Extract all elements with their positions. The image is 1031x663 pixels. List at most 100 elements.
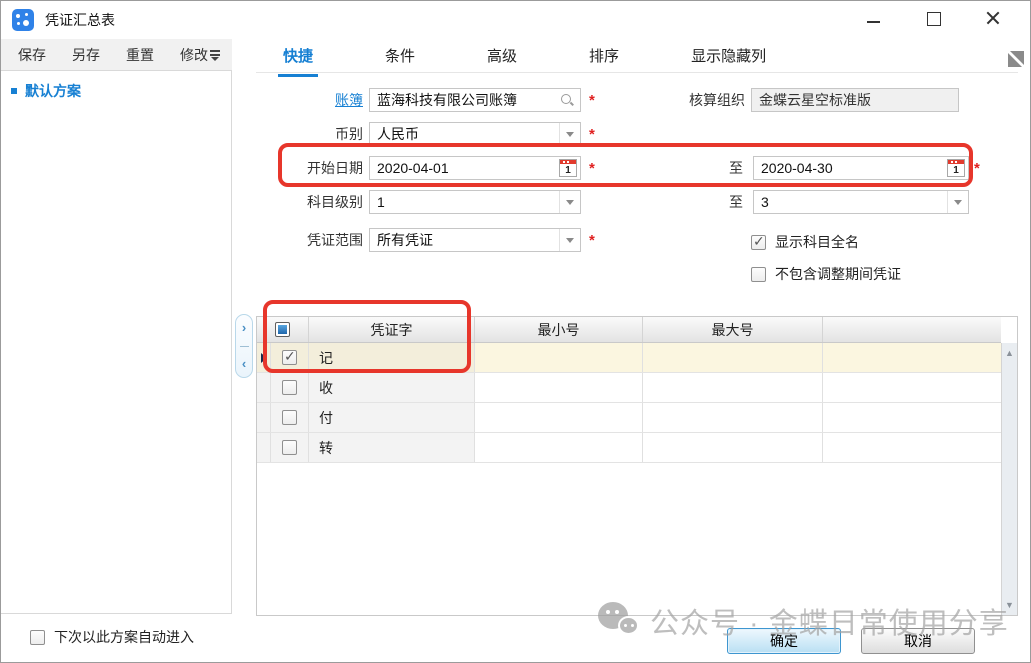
table-row-转[interactable]: 转	[257, 433, 1001, 463]
ledger-label-link[interactable]: 账簿	[256, 88, 363, 112]
cell-0-2[interactable]: 记	[309, 343, 475, 372]
collapser-divider	[240, 346, 249, 347]
end-date-value: 2020-04-30	[761, 160, 833, 176]
cell-0-4[interactable]	[643, 343, 823, 372]
search-icon[interactable]	[560, 93, 574, 107]
toolbar-item-3[interactable]: 修改	[180, 45, 208, 65]
level-to-label: 至	[723, 190, 743, 214]
cell-1-3[interactable]	[475, 373, 643, 402]
cell-2-4[interactable]	[643, 403, 823, 432]
ok-button[interactable]: 确定	[727, 628, 841, 654]
column-header-2[interactable]: 最大号	[643, 317, 823, 342]
range-value: 所有凭证	[377, 232, 433, 248]
current-row-icon	[261, 353, 267, 363]
header-checkbox-cell	[257, 317, 309, 342]
row-checkbox[interactable]	[282, 440, 297, 455]
range-required-asterisk: *	[589, 232, 595, 249]
cancel-button[interactable]: 取消	[861, 628, 975, 654]
exclude-adjust-option[interactable]: 不包含调整期间凭证	[751, 264, 901, 284]
chevron-down-icon[interactable]	[947, 191, 968, 213]
org-label: 核算组织	[641, 88, 745, 112]
toolbar-item-1[interactable]: 另存	[72, 45, 100, 65]
cell-3-0[interactable]	[257, 433, 271, 462]
toolbar-item-2[interactable]: 重置	[126, 45, 154, 65]
cell-1-5[interactable]	[823, 373, 1001, 402]
start-date-label: 开始日期	[256, 156, 363, 180]
chevron-down-icon[interactable]	[559, 123, 580, 145]
cell-2-5[interactable]	[823, 403, 1001, 432]
column-header-1[interactable]: 最小号	[475, 317, 643, 342]
expand-dialog-icon[interactable]	[1008, 51, 1024, 67]
row-checkbox[interactable]	[282, 350, 297, 365]
cell-2-2[interactable]: 付	[309, 403, 475, 432]
cell-3-5[interactable]	[823, 433, 1001, 462]
cell-3-3[interactable]	[475, 433, 643, 462]
cell-0-0[interactable]	[257, 343, 271, 372]
chevron-down-icon[interactable]	[559, 191, 580, 213]
currency-label: 币别	[256, 122, 363, 146]
cell-0-3[interactable]	[475, 343, 643, 372]
ledger-input[interactable]: 蓝海科技有限公司账簿	[369, 88, 581, 112]
show-fullname-option[interactable]: 显示科目全名	[751, 232, 859, 252]
cell-0-1	[271, 343, 309, 372]
start-date-input[interactable]: 2020-04-01 1	[369, 156, 581, 180]
level-select[interactable]: 1	[369, 190, 581, 214]
vertical-scrollbar[interactable]: ▲ ▼	[1001, 343, 1017, 615]
titlebar: 凭证汇总表	[1, 1, 1030, 39]
scroll-up-icon[interactable]: ▲	[1002, 345, 1017, 361]
table-row-付[interactable]: 付	[257, 403, 1001, 433]
exclude-adjust-label: 不包含调整期间凭证	[775, 264, 901, 284]
scheme-label: 默认方案	[25, 81, 81, 101]
end-date-input[interactable]: 2020-04-30 1	[753, 156, 969, 180]
calendar-icon[interactable]: 1	[559, 159, 577, 177]
voucher-word-grid: 凭证字最小号最大号 记收付转 ▲ ▼	[256, 316, 1018, 616]
maximize-icon[interactable]	[918, 7, 948, 33]
currency-value: 人民币	[377, 126, 419, 142]
cell-3-4[interactable]	[643, 433, 823, 462]
row-checkbox[interactable]	[282, 410, 297, 425]
collapse-right-icon[interactable]: ›	[236, 317, 252, 339]
toolbar-overflow-icon[interactable]	[208, 48, 222, 62]
show-fullname-checkbox[interactable]	[751, 235, 766, 250]
chevron-down-icon[interactable]	[559, 229, 580, 251]
scheme-bullet-icon	[11, 88, 17, 94]
ledger-value: 蓝海科技有限公司账簿	[377, 92, 517, 108]
calendar-icon[interactable]: 1	[947, 159, 965, 177]
currency-select[interactable]: 人民币	[369, 122, 581, 146]
sidebar-item-default-scheme[interactable]: 默认方案	[11, 81, 81, 101]
cell-2-0[interactable]	[257, 403, 271, 432]
start-date-required-asterisk: *	[589, 160, 595, 177]
table-row-收[interactable]: 收	[257, 373, 1001, 403]
select-all-checkbox[interactable]	[275, 322, 290, 337]
row-checkbox[interactable]	[282, 380, 297, 395]
cell-1-0[interactable]	[257, 373, 271, 402]
window-title: 凭证汇总表	[45, 1, 115, 39]
cell-3-1	[271, 433, 309, 462]
level-to-select[interactable]: 3	[753, 190, 969, 214]
column-header-3[interactable]	[823, 317, 1001, 342]
level-to-value: 3	[761, 194, 769, 210]
cell-1-4[interactable]	[643, 373, 823, 402]
scroll-down-icon[interactable]: ▼	[1002, 597, 1017, 613]
table-row-记[interactable]: 记	[257, 343, 1001, 373]
toolbar-item-0[interactable]: 保存	[18, 45, 46, 65]
range-select[interactable]: 所有凭证	[369, 228, 581, 252]
tabs-divider	[256, 72, 1018, 73]
end-date-required-asterisk: *	[974, 160, 980, 177]
start-date-value: 2020-04-01	[377, 160, 449, 176]
cell-2-3[interactable]	[475, 403, 643, 432]
column-header-0[interactable]: 凭证字	[309, 317, 475, 342]
exclude-adjust-checkbox[interactable]	[751, 267, 766, 282]
show-fullname-label: 显示科目全名	[775, 232, 859, 252]
cell-1-2[interactable]: 收	[309, 373, 475, 402]
auto-enter-checkbox[interactable]	[30, 630, 45, 645]
auto-enter-option[interactable]: 下次以此方案自动进入	[30, 627, 194, 647]
cell-1-1	[271, 373, 309, 402]
cell-2-1	[271, 403, 309, 432]
voucher-summary-dialog: 凭证汇总表 保存另存重置修改 默认方案 快捷条件高级排序显示隐藏列 账簿 蓝海科…	[0, 0, 1031, 663]
cell-3-2[interactable]: 转	[309, 433, 475, 462]
close-icon[interactable]	[978, 7, 1008, 33]
minimize-icon[interactable]	[858, 7, 888, 33]
collapse-left-icon[interactable]: ‹	[236, 353, 252, 375]
cell-0-5[interactable]	[823, 343, 1001, 372]
